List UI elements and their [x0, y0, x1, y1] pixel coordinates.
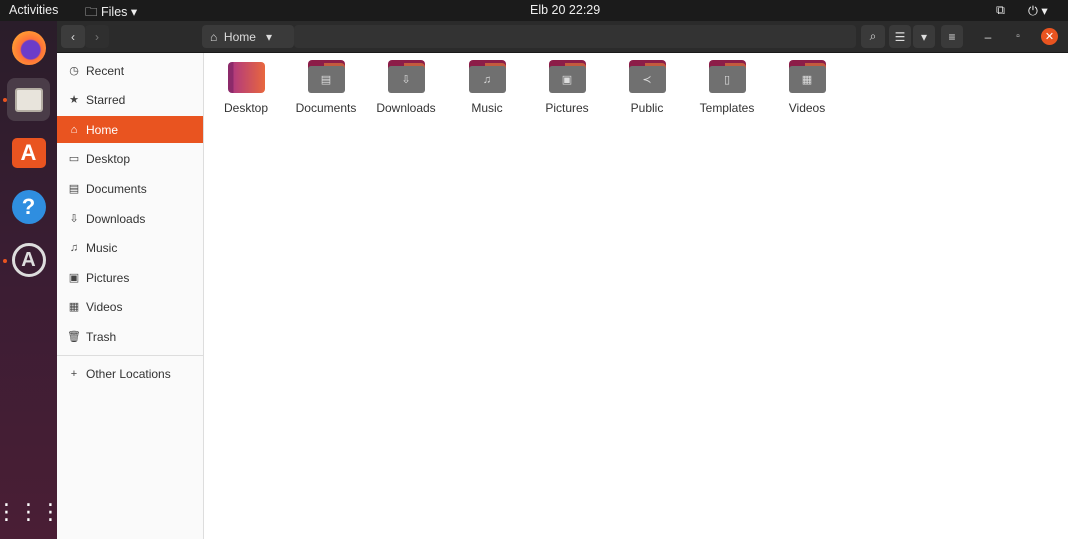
sidebar-item-downloads[interactable]: ⇩ Downloads	[57, 205, 203, 232]
music-folder-icon: ♫	[468, 60, 506, 93]
sidebar-item-label: Recent	[86, 63, 125, 78]
power-menu[interactable]: ⏻ ▾	[1028, 3, 1048, 19]
forward-button[interactable]: ›	[85, 25, 109, 48]
downloads-folder-icon: ⇩	[387, 60, 425, 93]
sidebar-item-desktop[interactable]: ▭ Desktop	[57, 145, 203, 172]
clock[interactable]: Elb 20 22:29	[530, 3, 600, 17]
firefox-icon[interactable]	[7, 26, 50, 69]
file-label: Music	[471, 101, 503, 115]
location-button[interactable]: ⌂ Home ▾	[202, 25, 294, 48]
desktop-folder-icon	[227, 60, 265, 93]
file-item-documents[interactable]: ▤ Documents	[286, 60, 366, 115]
sidebar-item-label: Other Locations	[86, 366, 171, 381]
maximize-button[interactable]: ▫	[1007, 25, 1029, 48]
activities-button[interactable]: Activities	[9, 3, 58, 17]
view-toggle-button[interactable]: ☰	[889, 25, 911, 48]
music-icon: ♫	[69, 241, 79, 254]
sidebar-separator	[57, 355, 203, 356]
file-label: Templates	[699, 101, 755, 115]
videos-folder-icon: ▦	[788, 60, 826, 93]
back-button[interactable]: ‹	[61, 25, 85, 48]
help-icon[interactable]: ?	[7, 185, 50, 228]
sidebar: ◷ Recent ★ Starred ⌂ Home ▭ Desktop ▤ Documen…	[57, 53, 204, 539]
sidebar-item-recent[interactable]: ◷ Recent	[57, 57, 203, 84]
file-label: Desktop	[223, 101, 269, 115]
dock: A ? A ⋮⋮⋮	[0, 21, 62, 539]
sidebar-item-trash[interactable]: 🗑 Trash	[57, 323, 203, 350]
home-icon: ⌂	[210, 29, 218, 44]
file-label: Pictures	[545, 101, 589, 115]
files-icon[interactable]	[7, 78, 50, 121]
file-item-downloads[interactable]: ⇩ Downloads	[366, 60, 446, 115]
sidebar-item-label: Videos	[86, 299, 123, 314]
sidebar-item-label: Starred	[86, 92, 126, 107]
list-view-icon: ☰	[894, 29, 906, 44]
sidebar-item-label: Pictures	[86, 270, 130, 285]
show-apps-icon[interactable]: ⋮⋮⋮	[0, 490, 62, 533]
file-item-videos[interactable]: ▦ Videos	[767, 60, 847, 115]
video-icon: ▦	[68, 301, 80, 313]
hamburger-icon: ≡	[948, 29, 956, 44]
sidebar-item-label: Documents	[86, 181, 147, 196]
sidebar-item-label: Music	[86, 240, 118, 255]
templates-folder-icon: ▯	[708, 60, 746, 93]
sidebar-item-documents[interactable]: ▤ Documents	[57, 175, 203, 202]
close-button[interactable]: ✕	[1041, 28, 1058, 45]
sidebar-item-other-locations[interactable]: + Other Locations	[57, 360, 203, 387]
sidebar-item-pictures[interactable]: ▣ Pictures	[57, 264, 203, 291]
clock-icon: ◷	[69, 65, 79, 77]
search-icon: ⌕	[869, 29, 877, 43]
file-item-templates[interactable]: ▯ Templates	[687, 60, 767, 115]
network-icon[interactable]: ⧉	[996, 3, 1005, 18]
search-button[interactable]: ⌕	[861, 25, 885, 48]
download-icon: ⇩	[69, 213, 79, 225]
header-bar: ‹ › ⌂ Home ▾ ⌕ ☰ ▾ ≡ – ▫ ✕	[57, 21, 1068, 53]
chevron-down-icon: ▾	[920, 29, 928, 44]
sidebar-item-label: Desktop	[86, 151, 131, 166]
file-label: Downloads	[376, 101, 436, 115]
software-icon[interactable]: A	[7, 131, 50, 174]
plus-icon: +	[70, 367, 78, 380]
file-item-pictures[interactable]: ▣ Pictures	[527, 60, 607, 115]
sidebar-item-home[interactable]: ⌂ Home	[57, 116, 203, 143]
file-label: Videos	[788, 101, 826, 115]
path-bar	[294, 25, 856, 48]
sidebar-item-label: Downloads	[86, 211, 146, 226]
file-item-desktop[interactable]: Desktop	[206, 60, 286, 115]
minimize-button[interactable]: –	[977, 25, 999, 48]
pictures-folder-icon: ▣	[548, 60, 586, 93]
public-folder-icon: ≺	[628, 60, 666, 93]
view-options-button[interactable]: ▾	[913, 25, 935, 48]
star-icon: ★	[69, 94, 79, 106]
sidebar-item-label: Trash	[86, 329, 117, 344]
documents-folder-icon: ▤	[307, 60, 345, 93]
file-item-public[interactable]: ≺ Public	[607, 60, 687, 115]
updater-icon[interactable]: A	[7, 238, 50, 281]
file-item-music[interactable]: ♫ Music	[447, 60, 527, 115]
location-label: Home	[223, 29, 256, 44]
power-icon: ⏻	[1028, 4, 1038, 18]
file-label: Documents	[295, 101, 357, 115]
top-bar: Activities 🗀 Files ▾ Elb 20 22:29 ⧉ ⏻ ▾	[0, 0, 1068, 21]
menu-button[interactable]: ≡	[941, 25, 963, 48]
picture-icon: ▣	[68, 272, 80, 284]
app-menu-label: Files	[101, 5, 128, 19]
desktop-icon: ▭	[68, 153, 80, 165]
sidebar-item-label: Home	[86, 122, 119, 137]
sidebar-item-starred[interactable]: ★ Starred	[57, 86, 203, 113]
sidebar-item-videos[interactable]: ▦ Videos	[57, 293, 203, 320]
trash-icon: 🗑	[67, 331, 81, 343]
sidebar-item-music[interactable]: ♫ Music	[57, 234, 203, 261]
home-icon: ⌂	[70, 123, 78, 136]
document-icon: ▤	[68, 183, 80, 195]
file-view: Desktop ▤ Documents ⇩ Downloads ♫ Music ▣ Pi…	[204, 53, 1068, 539]
folder-icon: 🗀	[85, 5, 98, 19]
file-label: Public	[630, 101, 664, 115]
